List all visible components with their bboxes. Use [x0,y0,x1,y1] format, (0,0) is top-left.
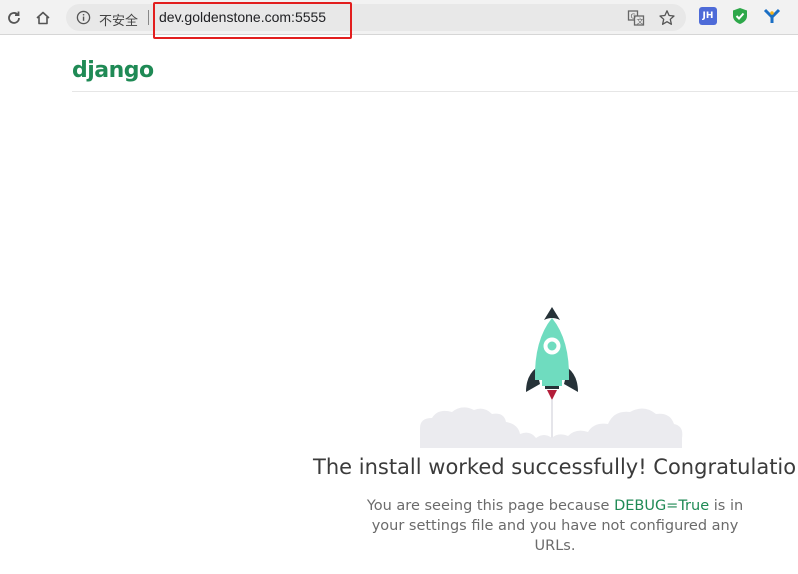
page-header: django [72,58,798,92]
browser-toolbar: 不安全 dev.goldenstone.com:5555 G 文 JH [0,0,798,39]
translate-icon[interactable]: G 文 [627,9,645,27]
home-icon [36,11,50,25]
jh-extension-icon[interactable]: JH [699,7,717,25]
rocket-illustration [418,300,686,450]
reload-button[interactable] [2,6,26,30]
success-headline: The install worked successfully! Congrat… [313,455,798,479]
url-highlight-annotation [153,2,352,39]
debug-setting-link[interactable]: DEBUG=True [614,498,709,514]
debug-explanation: You are seeing this page because DEBUG=T… [355,496,755,556]
reload-icon [8,11,20,24]
rocket-launch-icon [420,307,683,448]
svg-text:G: G [631,13,636,21]
shield-check-icon [733,8,747,24]
y-extension-icon[interactable] [763,7,781,25]
subtext-before: You are seeing this page because [366,498,615,514]
info-icon[interactable] [76,10,91,25]
home-button[interactable] [31,6,55,30]
shield-extension-icon[interactable] [731,7,749,25]
y-logo-icon [763,8,781,23]
django-logo[interactable]: django [72,58,154,83]
url-divider [148,10,149,25]
jh-extension-label: JH [702,11,714,21]
svg-text:文: 文 [637,17,644,26]
security-status-label[interactable]: 不安全 [99,10,138,29]
star-icon[interactable] [658,9,676,27]
